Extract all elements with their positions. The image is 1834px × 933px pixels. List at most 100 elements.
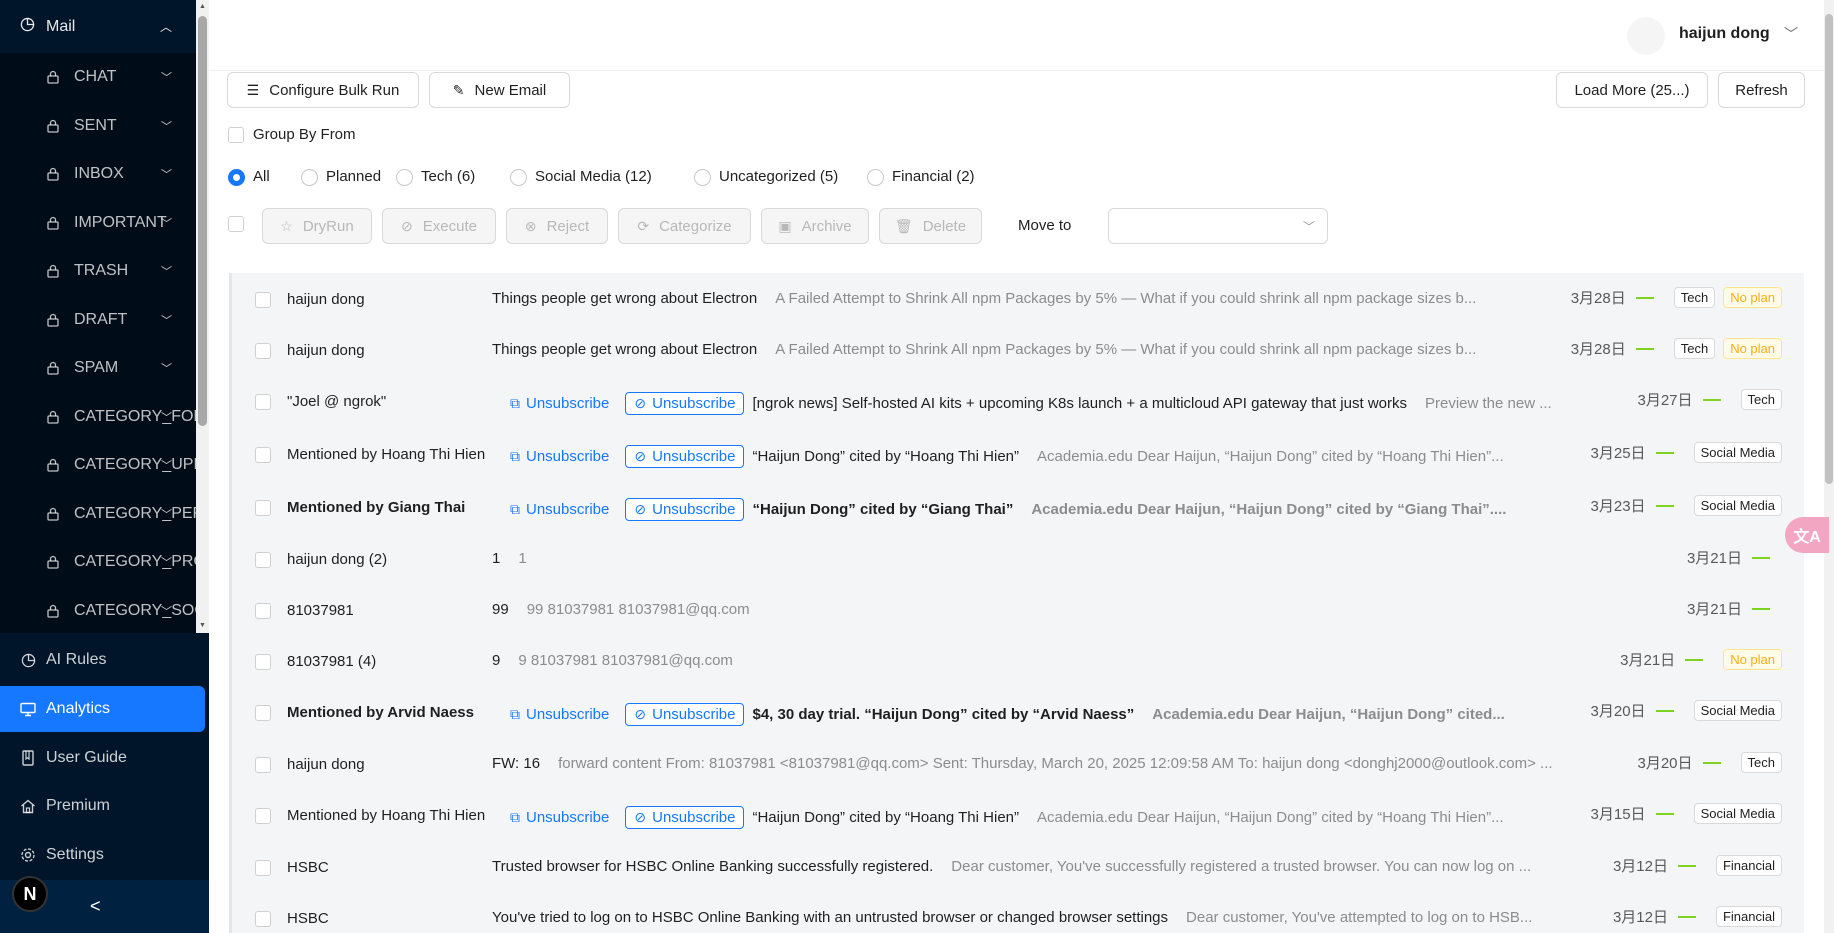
sidebar-item-important[interactable]: IMPORTANT ﹀ [0, 199, 209, 248]
sidebar-item-inbox[interactable]: INBOX ﹀ [0, 150, 209, 199]
chevron-down-icon[interactable]: ﹀ [161, 215, 172, 231]
sidebar-item-category_social[interactable]: CATEGORY_SOCIAL﹀ [0, 587, 209, 634]
sidebar-item-category_promotions[interactable]: CATEGORY_PROMOTIONS﹀ [0, 538, 209, 587]
page-scrollbar-thumb[interactable] [1825, 14, 1833, 484]
move-to-select[interactable]: ﹀ [1108, 208, 1328, 244]
chevron-down-icon[interactable]: ﹀ [1784, 24, 1798, 44]
chevron-down-icon[interactable]: ﹀ [161, 312, 172, 328]
chevron-down-icon[interactable]: ﹀ [161, 506, 172, 522]
sidebar-scrollbar[interactable]: ▲ ▼ [196, 0, 209, 633]
email-row[interactable]: HSBC Trusted browser for HSBC Online Bank… [232, 843, 1804, 894]
email-row[interactable]: haijun dong FW: 16 forward content From: 8… [232, 740, 1804, 791]
reject-button[interactable]: ⊗ Reject [506, 208, 608, 244]
email-checkbox[interactable] [255, 500, 271, 516]
configure-bulk-run-button[interactable]: ☰ Configure Bulk Run [227, 72, 419, 108]
sidebar-item-sent[interactable]: SENT ﹀ [0, 102, 209, 151]
email-checkbox[interactable] [255, 757, 271, 773]
filter-label-financial-2[interactable]: Financial (2) [892, 168, 975, 185]
chevron-down-icon[interactable]: ﹀ [161, 263, 172, 279]
scrollbar-thumb[interactable] [198, 16, 207, 426]
group-by-from-checkbox[interactable] [228, 127, 244, 143]
email-row[interactable]: haijun dong Things people get wrong about… [232, 275, 1804, 326]
load-more-button[interactable]: Load More (25...) [1556, 72, 1708, 108]
sidebar-item-trash[interactable]: TRASH ﹀ [0, 247, 209, 296]
nav-user-guide[interactable]: User Guide [0, 735, 209, 781]
filter-radio-financial-2[interactable] [867, 169, 884, 186]
unsubscribe-link[interactable]: ⧉ Unsubscribe [502, 393, 617, 414]
unsubscribe-link[interactable]: ⧉ Unsubscribe [502, 807, 617, 828]
chevron-down-icon[interactable]: ﹀ [161, 118, 172, 134]
chevron-up-icon[interactable]: ︿ [160, 18, 172, 35]
email-checkbox[interactable] [255, 552, 271, 568]
sidebar-item-draft[interactable]: DRAFT ﹀ [0, 296, 209, 345]
email-checkbox[interactable] [255, 603, 271, 619]
chevron-down-icon[interactable]: ﹀ [161, 69, 172, 85]
sidebar-item-chat[interactable]: CHAT ﹀ [0, 53, 209, 102]
filter-label-all[interactable]: All [253, 168, 270, 185]
scroll-down-arrow-icon[interactable]: ▼ [198, 621, 207, 631]
sidebar-item-category_personal[interactable]: CATEGORY_PERSONAL﹀ [0, 490, 209, 539]
unsubscribe-button[interactable]: ⊘ Unsubscribe [625, 392, 745, 415]
nav-premium[interactable]: Premium [0, 783, 209, 829]
email-row[interactable]: Mentioned by Hoang Thi Hien ⧉ Unsubscribe ⊘… [232, 430, 1804, 481]
nav-analytics[interactable]: Analytics [0, 686, 205, 732]
filter-radio-social-media-12[interactable] [510, 169, 527, 186]
email-checkbox[interactable] [255, 860, 271, 876]
filter-radio-uncategorized-5[interactable] [694, 169, 711, 186]
email-checkbox[interactable] [255, 705, 271, 721]
email-row[interactable]: haijun dong (2) 1 1 3月21日 [232, 535, 1804, 586]
chevron-down-icon[interactable]: ﹀ [161, 603, 172, 619]
email-checkbox[interactable] [255, 394, 271, 410]
email-row[interactable]: 81037981 99 99 81037981 81037981@qq.com 3月2… [232, 586, 1804, 637]
sidebar-item-category_updates[interactable]: CATEGORY_UPDATES﹀ [0, 441, 209, 490]
filter-label-tech-6[interactable]: Tech (6) [421, 168, 475, 185]
chevron-down-icon[interactable]: ﹀ [161, 166, 172, 182]
sidebar-item-category_forums[interactable]: CATEGORY_FORUMS﹀ [0, 393, 209, 442]
email-checkbox[interactable] [255, 292, 271, 308]
categorize-button[interactable]: ⟳ Categorize [618, 208, 751, 244]
refresh-button[interactable]: Refresh [1718, 72, 1805, 108]
select-all-checkbox[interactable] [228, 216, 244, 232]
email-row[interactable]: Mentioned by Arvid Naess ⧉ Unsubscribe ⊘ Uns… [232, 688, 1804, 739]
email-row[interactable]: haijun dong Things people get wrong about… [232, 326, 1804, 377]
filter-label-social-media-12[interactable]: Social Media (12) [535, 168, 652, 185]
chevron-down-icon[interactable]: ﹀ [161, 409, 172, 425]
email-row[interactable]: Mentioned by Giang Thai ⧉ Unsubscribe ⊘ Unsu… [232, 483, 1804, 534]
unsubscribe-button[interactable]: ⊘ Unsubscribe [625, 806, 745, 829]
mail-menu-header[interactable]: Mail ︿ [0, 0, 209, 53]
page-scrollbar[interactable] [1824, 0, 1834, 933]
email-row[interactable]: "Joel @ ngrok" ⧉ Unsubscribe ⊘ Unsubscribe [n… [232, 377, 1804, 428]
email-checkbox[interactable] [255, 654, 271, 670]
email-checkbox[interactable] [255, 343, 271, 359]
dryrun-button[interactable]: ☆ DryRun [262, 208, 372, 244]
unsubscribe-link[interactable]: ⧉ Unsubscribe [502, 704, 617, 725]
new-email-button[interactable]: ✎ New Email [429, 72, 570, 108]
user-name[interactable]: haijun dong [1679, 25, 1770, 43]
filter-label-planned[interactable]: Planned [326, 168, 381, 185]
unsubscribe-button[interactable]: ⊘ Unsubscribe [625, 498, 745, 521]
filter-label-uncategorized-5[interactable]: Uncategorized (5) [719, 168, 838, 185]
delete-button[interactable]: 🗑 Delete [879, 208, 982, 244]
unsubscribe-link[interactable]: ⧉ Unsubscribe [502, 446, 617, 467]
chevron-down-icon[interactable]: ﹀ [161, 457, 172, 473]
execute-button[interactable]: ⊘ Execute [382, 208, 496, 244]
user-avatar[interactable] [1627, 17, 1665, 55]
email-row[interactable]: HSBC You've tried to log on to HSBC Onlin… [232, 894, 1804, 933]
filter-radio-planned[interactable] [301, 169, 318, 186]
email-row[interactable]: Mentioned by Hoang Thi Hien ⧉ Unsubscribe ⊘… [232, 791, 1804, 842]
unsubscribe-button[interactable]: ⊘ Unsubscribe [625, 703, 745, 726]
email-checkbox[interactable] [255, 808, 271, 824]
filter-radio-all[interactable] [228, 169, 245, 186]
sidebar-item-spam[interactable]: SPAM ﹀ [0, 344, 209, 393]
archive-button[interactable]: ▣ Archive [761, 208, 869, 244]
email-checkbox[interactable] [255, 911, 271, 927]
unsubscribe-link[interactable]: ⧉ Unsubscribe [502, 499, 617, 520]
translate-icon[interactable]: 文A [1785, 517, 1829, 553]
nav-ai-rules[interactable]: AI Rules [0, 637, 209, 683]
unsubscribe-button[interactable]: ⊘ Unsubscribe [625, 445, 745, 468]
scroll-up-arrow-icon[interactable]: ▲ [198, 2, 207, 12]
filter-radio-tech-6[interactable] [396, 169, 413, 186]
email-checkbox[interactable] [255, 447, 271, 463]
chevron-down-icon[interactable]: ﹀ [161, 360, 172, 376]
collapse-sidebar-icon[interactable]: < [90, 896, 101, 917]
